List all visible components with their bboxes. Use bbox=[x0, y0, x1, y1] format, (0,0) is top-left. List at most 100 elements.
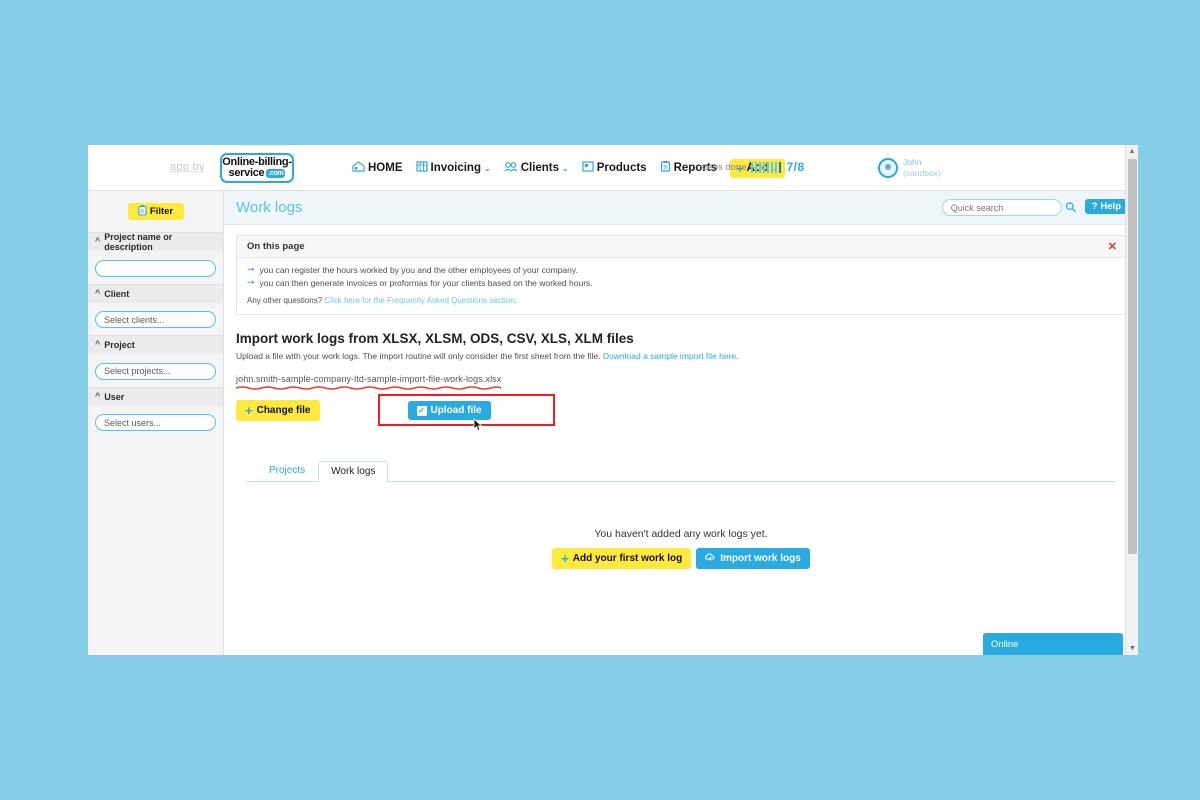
tab-work-logs[interactable]: Work logs bbox=[318, 461, 389, 482]
sidebar-section-user[interactable]: ^ User bbox=[88, 386, 223, 406]
faq-link[interactable]: Click here for the Frequently Asked Ques… bbox=[324, 296, 514, 305]
nav-item-invoicing[interactable]: Invoicing ⌄ bbox=[415, 161, 491, 175]
filter-button[interactable]: Filter bbox=[127, 203, 184, 220]
nav-item-products[interactable]: Products bbox=[582, 161, 647, 175]
sidebar-section-label-project: Project bbox=[104, 340, 135, 350]
quick-search: ⚲ bbox=[941, 198, 1080, 216]
sidebar-section-project-name[interactable]: ^ Project name or description bbox=[88, 232, 223, 252]
user-name: John bbox=[903, 157, 922, 167]
nav-item-clients[interactable]: Clients ⌄ bbox=[504, 161, 569, 175]
steps-label: steps done bbox=[700, 161, 747, 173]
help-button-label: Help bbox=[1100, 201, 1121, 212]
help-button[interactable]: ? Help bbox=[1084, 199, 1128, 214]
on-this-page-panel: On this page ✕ ➞ you can register the ho… bbox=[236, 235, 1126, 315]
home-icon bbox=[352, 161, 365, 175]
sidebar-section-client[interactable]: ^ Client bbox=[88, 283, 223, 303]
import-subtitle-suffix: . bbox=[736, 351, 739, 361]
site-logo[interactable]: Online-billing- service .com bbox=[220, 153, 294, 183]
scroll-up-arrow[interactable]: ▲ bbox=[1126, 145, 1138, 158]
arrow-icon: ➞ bbox=[247, 264, 255, 274]
top-navigation-bar: app by Online-billing- service .com HOME… bbox=[88, 145, 1138, 191]
chevron-down-icon-invoicing: ⌄ bbox=[483, 163, 491, 173]
faq-prefix: Any other questions? bbox=[247, 296, 325, 305]
steps-progress: steps done 7/8 bbox=[700, 160, 805, 174]
info-bullet: ➞ you can then generate invoices or prof… bbox=[247, 277, 1115, 289]
select-projects-input[interactable] bbox=[95, 362, 216, 380]
question-mark-icon: ? bbox=[1091, 201, 1098, 212]
reports-icon bbox=[660, 161, 671, 175]
clients-icon bbox=[504, 161, 518, 175]
selected-filename-row: john.smith-sample-company-ltd-sample-imp… bbox=[236, 369, 502, 390]
sidebar-section-label-client: Client bbox=[104, 288, 130, 299]
chevron-up-icon-client: ^ bbox=[95, 287, 101, 298]
upload-file-label: Upload file bbox=[430, 405, 482, 416]
mouse-cursor-icon bbox=[473, 418, 483, 432]
browser-window: app by Online-billing- service .com HOME… bbox=[88, 145, 1138, 655]
sidebar-section-project[interactable]: ^ Project bbox=[88, 335, 223, 354]
main-content: Work logs ⚲ ? Help On this page ✕ bbox=[224, 191, 1138, 655]
logo-line-2: service bbox=[228, 167, 265, 179]
import-work-logs-label: Import work logs bbox=[720, 553, 801, 564]
content-header: Work logs ⚲ ? Help bbox=[224, 191, 1138, 225]
invoicing-icon bbox=[415, 161, 428, 175]
project-name-input[interactable] bbox=[95, 259, 216, 277]
import-section-title: Import work logs from XLSX, XLSM, ODS, C… bbox=[236, 331, 634, 346]
content-scroll-area: On this page ✕ ➞ you can register the ho… bbox=[224, 225, 1138, 655]
chevron-up-icon-project: ^ bbox=[95, 339, 101, 349]
app-by-label: app by bbox=[170, 161, 205, 173]
empty-state: You haven't added any work logs yet. + A… bbox=[246, 528, 1116, 569]
nav-label-invoicing: Invoicing bbox=[430, 162, 481, 174]
sidebar-section-label-user: User bbox=[104, 391, 125, 402]
change-file-button[interactable]: + Change file bbox=[236, 399, 320, 421]
logo-tld-badge: .com bbox=[266, 169, 286, 178]
plus-icon: + bbox=[561, 551, 569, 566]
nav-label-products: Products bbox=[596, 162, 647, 174]
import-icon bbox=[705, 552, 716, 565]
tab-projects[interactable]: Projects bbox=[256, 460, 318, 481]
upload-highlight-box: ✓ Upload file bbox=[377, 394, 555, 432]
sidebar-section-label-project-name: Project name or description bbox=[104, 232, 173, 252]
user-sub-label: (sandbox) bbox=[903, 167, 941, 178]
checkbox-icon: ✓ bbox=[416, 405, 427, 416]
spellcheck-squiggle bbox=[236, 386, 502, 390]
select-users-input[interactable] bbox=[95, 414, 216, 431]
page-title: Work logs bbox=[236, 199, 303, 216]
tab-bar: Projects Work logs bbox=[246, 458, 1116, 482]
info-bullet: ➞ you can register the hours worked by y… bbox=[247, 264, 1115, 276]
user-avatar-icon: ☻ bbox=[878, 157, 898, 178]
import-subtitle-text: Upload a file with your work logs. The i… bbox=[236, 351, 603, 361]
clipboard-icon bbox=[138, 204, 147, 219]
selected-filename: john.smith-sample-company-ltd-sample-imp… bbox=[236, 374, 502, 384]
chat-widget[interactable]: Online bbox=[983, 633, 1123, 655]
user-menu[interactable]: ☻ John (sandbox) bbox=[878, 157, 941, 178]
search-input[interactable] bbox=[941, 199, 1062, 216]
import-section-subtitle: Upload a file with your work logs. The i… bbox=[236, 351, 1126, 361]
faq-line: Any other questions? Click here for the … bbox=[247, 296, 1115, 305]
products-icon bbox=[582, 161, 594, 175]
empty-state-text: You haven't added any work logs yet. bbox=[594, 528, 768, 540]
chevron-up-icon-user: ^ bbox=[95, 390, 101, 401]
chevron-down-icon-clients: ⌄ bbox=[562, 163, 569, 173]
change-file-label: Change file bbox=[256, 404, 311, 416]
import-work-logs-button[interactable]: Import work logs bbox=[696, 548, 810, 569]
nav-label-clients: Clients bbox=[520, 162, 560, 174]
steps-bars bbox=[751, 161, 782, 173]
vertical-scrollbar[interactable]: ▲ ▼ bbox=[1125, 145, 1138, 655]
arrow-icon: ➞ bbox=[247, 277, 255, 287]
info-bullet-text: you can register the hours worked by you… bbox=[259, 265, 578, 275]
add-first-work-log-button[interactable]: + Add your first work log bbox=[552, 548, 692, 569]
on-this-page-title: On this page bbox=[237, 236, 1125, 258]
scrollbar-thumb[interactable] bbox=[1128, 159, 1137, 554]
info-bullet-text: you can then generate invoices or profor… bbox=[259, 278, 593, 288]
nav-item-home[interactable]: HOME bbox=[352, 161, 403, 175]
select-clients-input[interactable] bbox=[95, 311, 216, 328]
chevron-up-icon-project-name: ^ bbox=[95, 236, 101, 246]
magnifier-icon[interactable]: ⚲ bbox=[1061, 198, 1080, 217]
sample-file-link[interactable]: Download a sample import file here bbox=[603, 351, 736, 361]
close-x-icon[interactable]: ✕ bbox=[1108, 240, 1117, 253]
plus-icon: + bbox=[245, 402, 253, 418]
filter-sidebar: Filter ^ Project name or description ^ C… bbox=[88, 191, 224, 655]
work-logs-card: Projects Work logs You haven't added any… bbox=[236, 446, 1126, 655]
scroll-down-arrow[interactable]: ▼ bbox=[1126, 642, 1138, 655]
import-actions: + Change file ✓ Upload file bbox=[236, 394, 1126, 432]
